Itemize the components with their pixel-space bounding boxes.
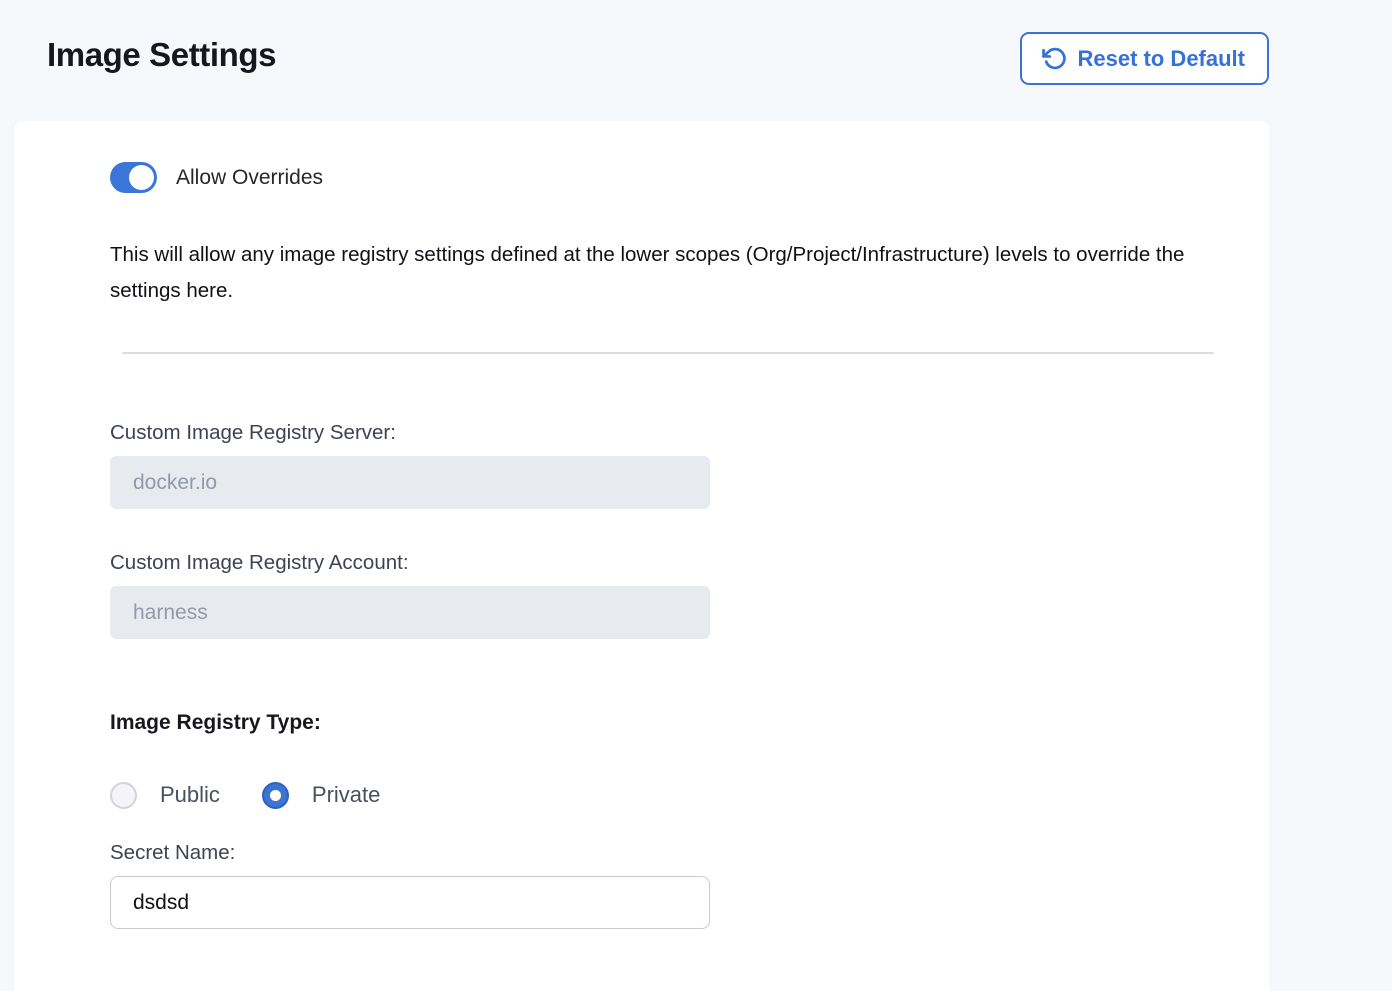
- overrides-description: This will allow any image registry setti…: [110, 237, 1228, 309]
- allow-overrides-label: Allow Overrides: [176, 166, 323, 190]
- registry-server-label: Custom Image Registry Server:: [110, 421, 1224, 448]
- reset-to-default-button[interactable]: Reset to Default: [1020, 32, 1269, 85]
- radio-public-label[interactable]: Public: [160, 782, 220, 808]
- registry-account-input: [110, 586, 710, 639]
- registry-type-label: Image Registry Type:: [110, 711, 1224, 738]
- page-header: Image Settings Reset to Default: [0, 0, 1392, 121]
- toggle-knob: [129, 165, 154, 190]
- allow-overrides-toggle[interactable]: [110, 162, 157, 193]
- image-settings-panel: Allow Overrides This will allow any imag…: [14, 121, 1270, 991]
- reset-ccw-icon: [1042, 46, 1067, 71]
- radio-public[interactable]: [110, 782, 137, 809]
- registry-server-input: [110, 456, 710, 509]
- radio-private[interactable]: [262, 782, 289, 809]
- reset-button-label: Reset to Default: [1078, 46, 1245, 72]
- radio-private-label[interactable]: Private: [312, 782, 380, 808]
- secret-name-label: Secret Name:: [110, 841, 1224, 868]
- allow-overrides-row: Allow Overrides: [110, 162, 1224, 193]
- section-divider: [122, 352, 1214, 354]
- registry-account-label: Custom Image Registry Account:: [110, 551, 1224, 578]
- page-title: Image Settings: [47, 36, 276, 74]
- registry-type-radio-group: Public Private: [110, 781, 1224, 809]
- secret-name-input[interactable]: [110, 876, 710, 929]
